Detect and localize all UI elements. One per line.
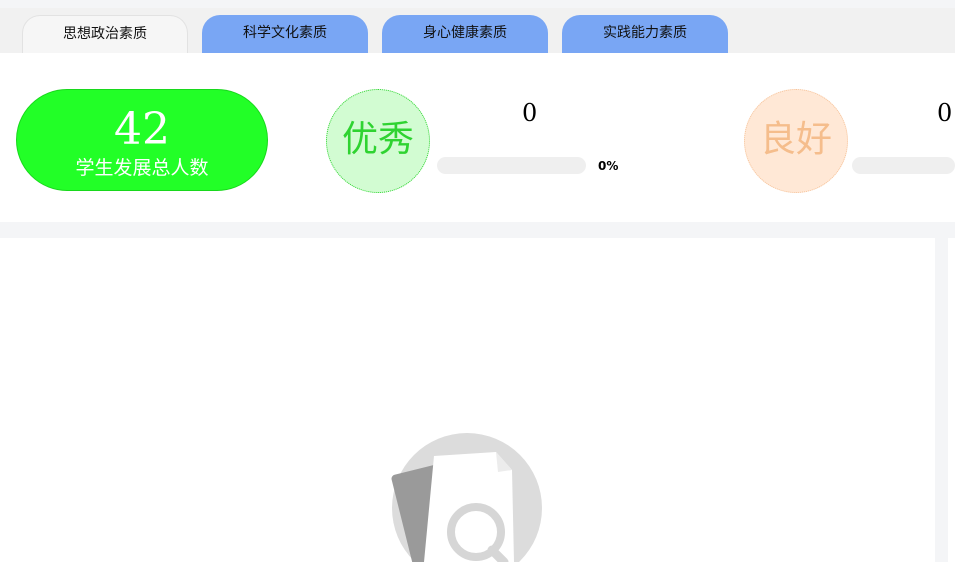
page: 思想政治素质 科学文化素质 身心健康素质 实践能力素质 42 学生发展总人数 优… bbox=[0, 0, 955, 562]
tab-physical-mental-health-quality[interactable]: 身心健康素质 bbox=[382, 15, 548, 53]
excellent-progress-bar bbox=[437, 157, 586, 174]
good-badge: 良好 bbox=[744, 89, 848, 193]
total-students-count: 42 bbox=[114, 104, 170, 155]
empty-document-search-icon bbox=[391, 433, 542, 562]
good-progress-bar bbox=[852, 157, 955, 174]
tab-bar: 思想政治素质 科学文化素质 身心健康素质 实践能力素质 bbox=[0, 8, 955, 53]
excellent-badge: 优秀 bbox=[326, 89, 430, 193]
total-students-card: 42 学生发展总人数 bbox=[16, 89, 268, 191]
excellent-count: 0 bbox=[522, 99, 538, 127]
total-students-label: 学生发展总人数 bbox=[75, 157, 209, 179]
good-count: 0 bbox=[937, 99, 953, 127]
stats-panel: 42 学生发展总人数 优秀 0 0% 良好 0 bbox=[0, 53, 955, 222]
side-panel bbox=[948, 238, 955, 562]
tab-practical-ability-quality[interactable]: 实践能力素质 bbox=[562, 15, 728, 53]
tab-political-quality[interactable]: 思想政治素质 bbox=[22, 15, 188, 53]
excellent-percent: 0% bbox=[598, 159, 619, 173]
tab-science-culture-quality[interactable]: 科学文化素质 bbox=[202, 15, 368, 53]
